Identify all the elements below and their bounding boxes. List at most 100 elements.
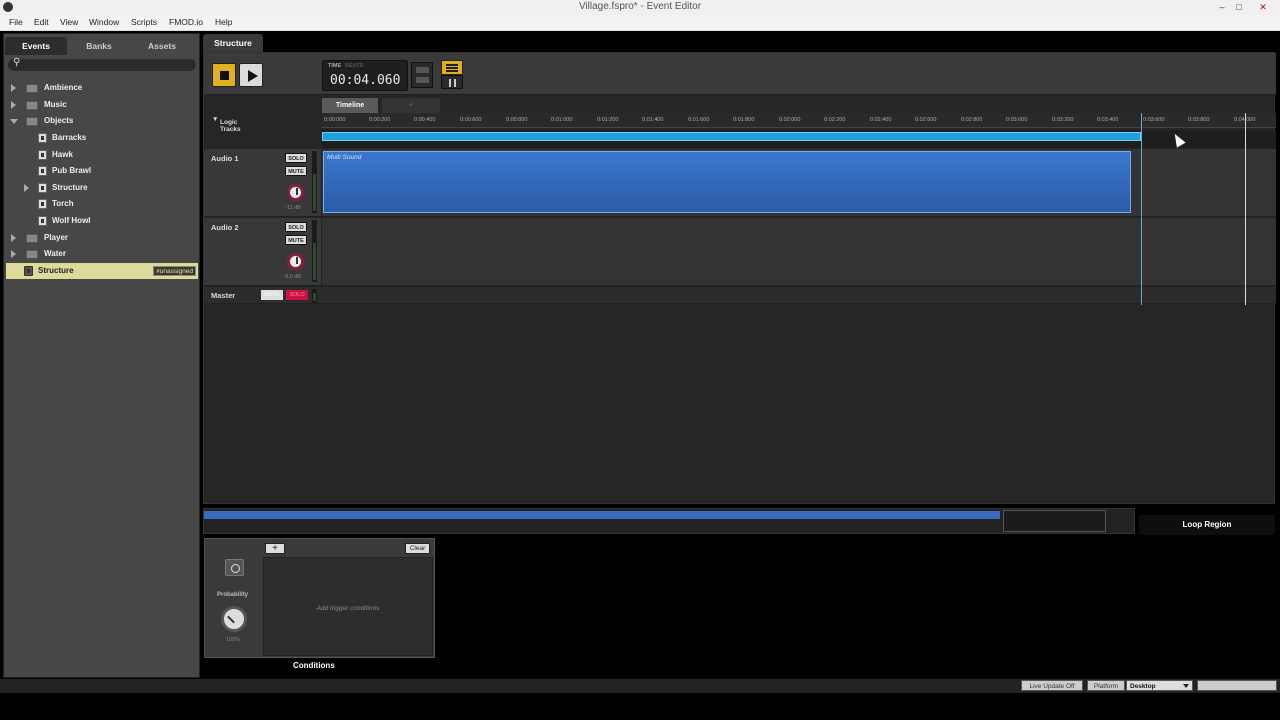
timeline-ruler[interactable]: 0:00:000 0:00:200 0:00:400 0:00:600 0:00…: [322, 113, 1276, 128]
time-format-toggle[interactable]: [411, 62, 433, 88]
solo-button[interactable]: SOLO: [285, 153, 307, 163]
expand-arrow-icon[interactable]: [24, 184, 29, 192]
live-update-toggle[interactable]: Live Update Off: [1021, 680, 1083, 691]
status-bar: Live Update Off Platform Desktop: [0, 679, 1280, 693]
tab-assets[interactable]: Assets: [131, 37, 193, 55]
menu-window[interactable]: Window: [89, 17, 119, 27]
menu-scripts[interactable]: Scripts: [131, 17, 157, 27]
tree-label: Barracks: [52, 133, 87, 142]
track-audio-2: Audio 2 SOLO MUTE 0.0 dB: [204, 218, 1276, 286]
ruler-tick: 0:00:600: [460, 117, 482, 123]
tree-label: Wolf Howl: [52, 216, 91, 225]
ruler-tick: 0:03:000: [1006, 117, 1028, 123]
ruler-tick: 0:02:400: [870, 117, 892, 123]
tab-structure[interactable]: Structure: [203, 34, 263, 52]
tree-event-pub-brawl[interactable]: Pub Brawl: [6, 163, 198, 179]
tree-folder-player[interactable]: Player: [6, 230, 198, 246]
tree-folder-music[interactable]: Music: [6, 97, 198, 113]
ruler-tick: 0:02:200: [824, 117, 846, 123]
loop-region-bar[interactable]: [322, 132, 1141, 141]
timeline-overview[interactable]: [203, 508, 1135, 534]
tab-timeline[interactable]: Timeline: [322, 98, 378, 113]
probability-knob[interactable]: [221, 606, 247, 632]
trigger-conditions-panel: Probability 100% Add trigger conditions …: [204, 538, 435, 658]
volume-knob[interactable]: [287, 253, 304, 270]
menu-bar: File Edit View Window Scripts FMOD.io He…: [0, 15, 1280, 31]
event-icon: [24, 266, 33, 276]
expand-arrow-icon[interactable]: [11, 101, 16, 109]
tree-event-barracks[interactable]: Barracks: [6, 130, 198, 146]
transport-bar: TIME BEATS 00:04.060: [204, 53, 1276, 95]
tree-event-structure[interactable]: Structure: [6, 180, 198, 196]
stop-button[interactable]: [212, 63, 236, 87]
folder-icon: [26, 250, 38, 259]
multi-sound-instrument[interactable]: Multi Sound: [323, 151, 1131, 213]
menu-view[interactable]: View: [60, 17, 78, 27]
loop-region-title: Loop Region: [1139, 515, 1275, 535]
master-mute-button[interactable]: MUTE: [261, 290, 283, 300]
track-lane[interactable]: [322, 218, 1276, 285]
event-icon: [38, 183, 47, 193]
tree-event-wolf-howl[interactable]: Wolf Howl: [6, 213, 198, 229]
track-lane[interactable]: Multi Sound: [322, 149, 1276, 216]
tree-label: Ambience: [44, 83, 83, 92]
expand-arrow-icon[interactable]: [11, 234, 16, 242]
tree-folder-objects[interactable]: Objects: [6, 113, 198, 129]
timeline-playhead[interactable]: [1245, 113, 1246, 305]
ruler-tick: 0:00:800: [506, 117, 528, 123]
overview-view-region[interactable]: [1003, 510, 1106, 532]
volume-knob[interactable]: [287, 184, 304, 201]
add-parameter-tab[interactable]: +: [382, 98, 440, 113]
loop-end-marker[interactable]: [1141, 113, 1142, 305]
list-view-icon[interactable]: [441, 60, 463, 75]
track-head: Audio 2 SOLO MUTE 0.0 dB: [204, 218, 322, 285]
unassigned-badge: #unassigned: [153, 266, 196, 276]
master-solo-button[interactable]: SOLO: [286, 290, 308, 300]
maximize-button[interactable]: □: [1229, 0, 1249, 15]
tree-event-torch[interactable]: Torch: [6, 196, 198, 212]
tree-label: Objects: [44, 116, 74, 125]
ruler-tick: 0:02:600: [915, 117, 937, 123]
search-icon: ⚲: [13, 57, 21, 68]
mute-button[interactable]: MUTE: [285, 235, 307, 245]
track-head: Audio 1 SOLO MUTE -11 dB: [204, 149, 322, 216]
expand-arrow-icon[interactable]: [11, 84, 16, 92]
tree-folder-water[interactable]: Water: [6, 246, 198, 262]
add-condition-button[interactable]: +: [265, 543, 285, 554]
menu-file[interactable]: File: [9, 17, 23, 27]
solo-button[interactable]: SOLO: [285, 222, 307, 232]
tree-event-hawk[interactable]: Hawk: [6, 147, 198, 163]
menu-help[interactable]: Help: [215, 17, 232, 27]
tree-folder-ambience[interactable]: Ambience: [6, 80, 198, 96]
folder-icon: [26, 117, 38, 126]
mute-button[interactable]: MUTE: [285, 166, 307, 176]
platform-dropdown[interactable]: Desktop: [1126, 680, 1193, 691]
ruler-tick: 0:03:800: [1188, 117, 1210, 123]
logic-tracks-header[interactable]: ▼ Logic Tracks: [204, 113, 322, 133]
ruler-tick: 0:03:600: [1143, 117, 1165, 123]
menu-edit[interactable]: Edit: [34, 17, 49, 27]
loop-region-lane[interactable]: [322, 130, 1276, 148]
event-browser: Events Banks Assets ⚲ Ambience Music Obj…: [3, 33, 200, 678]
tree-label: Torch: [52, 199, 74, 208]
ruler-tick: 0:00:400: [414, 117, 436, 123]
time-display[interactable]: TIME BEATS 00:04.060: [322, 60, 408, 91]
search-input[interactable]: ⚲: [8, 57, 196, 71]
clear-conditions-button[interactable]: Clear: [405, 543, 430, 554]
ruler-tick: 0:00:200: [369, 117, 391, 123]
tree-event-structure-selected[interactable]: Structure #unassigned: [6, 263, 198, 279]
track-name: Master: [211, 291, 236, 300]
collapse-arrow-icon[interactable]: [10, 119, 18, 124]
ruler-tick: 0:01:000: [551, 117, 573, 123]
expand-arrow-icon[interactable]: [11, 250, 16, 258]
logic-tracks-label: ▼ Logic Tracks: [212, 116, 241, 133]
track-name: Audio 2: [211, 223, 239, 232]
play-button[interactable]: [239, 63, 263, 87]
tab-events[interactable]: Events: [5, 37, 67, 55]
close-button[interactable]: ✕: [1253, 0, 1273, 15]
pause-icon[interactable]: [441, 75, 463, 89]
menu-fmod-io[interactable]: FMOD.io: [169, 17, 203, 27]
event-icon: [38, 166, 47, 176]
conditions-list[interactable]: Add trigger conditions: [263, 557, 433, 656]
tab-banks[interactable]: Banks: [68, 37, 130, 55]
